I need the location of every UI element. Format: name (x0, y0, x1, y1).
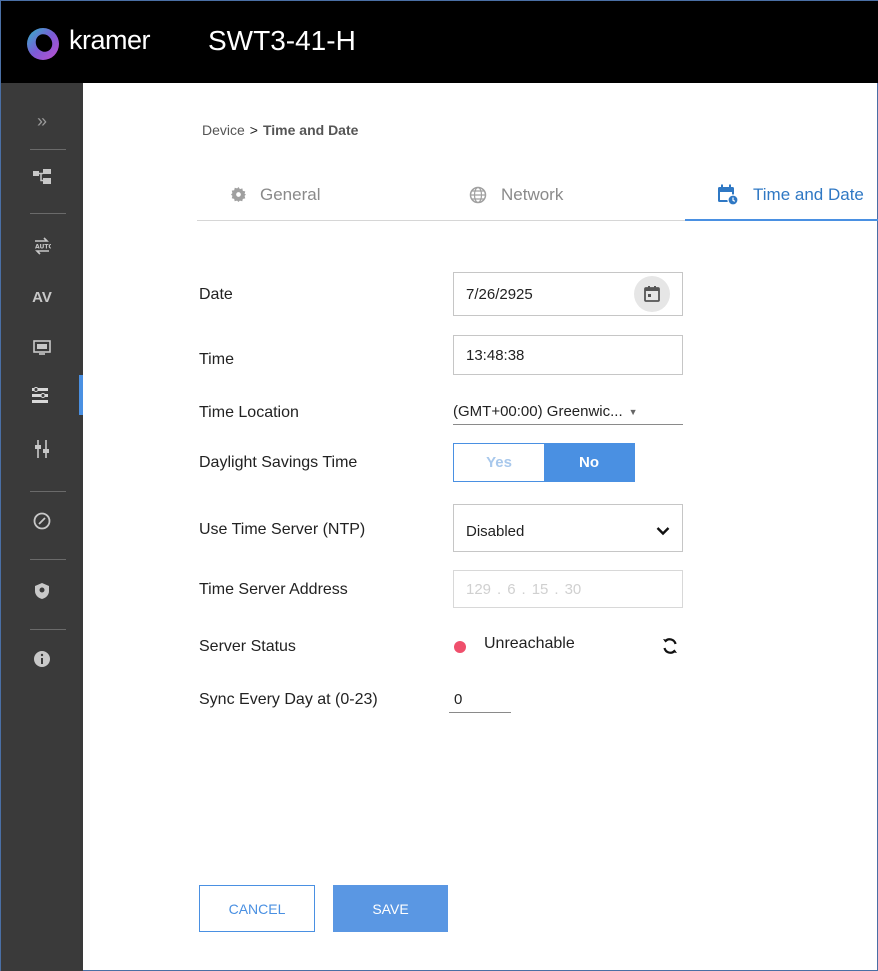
date-input[interactable]: 7/26/2925 (453, 272, 683, 316)
ntp-label: Use Time Server (NTP) (199, 521, 366, 538)
time-server-address-input: 129. 6. 15. 30 (453, 570, 683, 608)
device-name: SWT3-41-H (208, 25, 356, 56)
tab-general[interactable]: General (231, 169, 320, 220)
ip-octet-1: 129 (466, 580, 492, 598)
server-status-label: Server Status (199, 638, 296, 655)
dst-no-option[interactable]: No (544, 444, 634, 481)
dst-yes-option[interactable]: Yes (454, 444, 544, 481)
top-header: kramer SWT3-41-H (1, 1, 878, 83)
sync-label: Sync Every Day at (0-23) (199, 691, 378, 708)
time-location-value: (GMT+00:00) Greenwic... (453, 403, 623, 420)
security-shield-icon[interactable] (1, 571, 83, 611)
date-value: 7/26/2925 (466, 285, 533, 303)
breadcrumb-current: Time and Date (262, 122, 359, 138)
dst-label: Daylight Savings Time (199, 454, 358, 471)
tab-network[interactable]: Network (469, 169, 563, 220)
svg-text:AUTO: AUTO (35, 244, 51, 251)
sidebar-divider (30, 629, 66, 630)
ip-dot: . (554, 580, 559, 598)
ntp-select[interactable]: Disabled (453, 504, 683, 552)
gear-icon (231, 187, 246, 202)
ip-octet-3: 15 (531, 580, 549, 598)
caret-down-icon: ▼ (628, 406, 638, 417)
breadcrumb-root[interactable]: Device (202, 122, 245, 138)
cancel-button[interactable]: CANCEL (199, 885, 315, 932)
refresh-icon[interactable] (660, 636, 680, 656)
breadcrumb: Device > Time and Date (202, 122, 358, 138)
time-label: Time (199, 351, 234, 368)
save-button[interactable]: SAVE (333, 885, 448, 932)
brand-name: kramer (69, 25, 151, 55)
time-input[interactable]: 13:48:38 (453, 335, 683, 375)
ip-octet-2: 6 (507, 580, 516, 598)
tab-bar: General Network Time and Date (197, 169, 878, 221)
auto-switch-icon[interactable]: AUTO (1, 226, 83, 266)
sidebar-divider (30, 149, 66, 150)
tab-label: Network (501, 184, 564, 204)
sidebar: » AUTO AV (1, 83, 83, 971)
sync-value: 0 (454, 691, 463, 708)
breadcrumb-separator: > (249, 122, 258, 138)
time-server-address-label: Time Server Address (199, 581, 348, 598)
tab-label: Time and Date (753, 184, 864, 204)
status-dot-icon (454, 641, 466, 653)
sidebar-divider (30, 213, 66, 214)
calendar-icon (644, 286, 660, 302)
device-settings-icon[interactable] (1, 375, 83, 415)
dashboard-gauge-icon[interactable] (1, 501, 83, 541)
sidebar-divider (30, 559, 66, 560)
ip-octet-4: 30 (564, 580, 582, 598)
av-icon[interactable]: AV (1, 277, 83, 317)
date-label: Date (199, 286, 233, 303)
sidebar-divider (30, 491, 66, 492)
info-icon[interactable] (1, 639, 83, 679)
server-status-value: Unreachable (484, 635, 575, 652)
expand-chevrons-icon[interactable]: » (1, 101, 83, 141)
network-diagram-icon[interactable] (1, 157, 83, 197)
control-icon[interactable] (1, 429, 83, 469)
globe-icon (469, 186, 487, 204)
calendar-clock-icon (717, 184, 739, 206)
sync-hour-input[interactable]: 0 (449, 687, 511, 713)
ntp-value: Disabled (466, 522, 525, 540)
ip-dot: . (521, 580, 526, 598)
ip-dot: . (497, 580, 502, 598)
time-value: 13:48:38 (466, 346, 525, 364)
dst-toggle[interactable]: Yes No (453, 443, 635, 482)
time-location-select[interactable]: (GMT+00:00) Greenwic... ▼ (453, 399, 683, 425)
time-location-label: Time Location (199, 404, 299, 421)
edid-icon[interactable] (1, 328, 83, 368)
tab-label: General (260, 184, 321, 204)
kramer-logo-icon (27, 28, 59, 60)
chevron-down-icon (656, 527, 670, 536)
calendar-picker-button[interactable] (634, 276, 670, 312)
tab-time-and-date[interactable]: Time and Date (685, 169, 878, 221)
